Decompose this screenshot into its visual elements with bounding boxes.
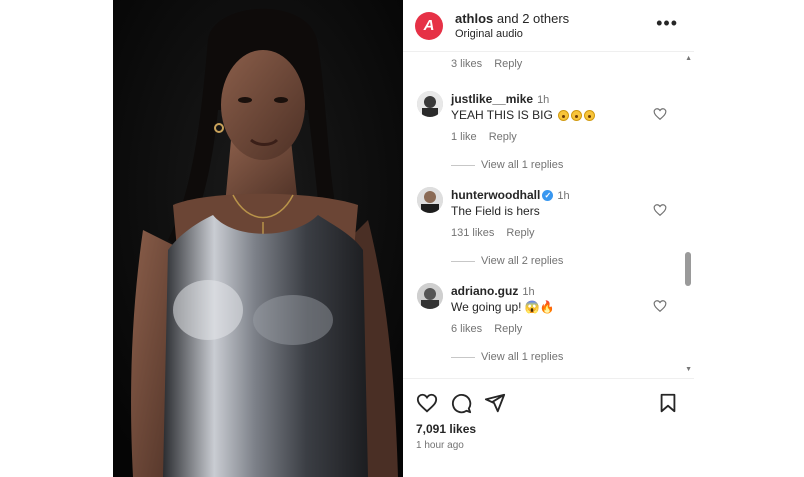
comment-icon[interactable] — [450, 392, 472, 414]
comment-username[interactable]: justlike__mike 1h — [451, 92, 549, 106]
astonished-emoji-icon — [558, 110, 570, 122]
bookmark-icon[interactable] — [657, 392, 679, 414]
comment-text: The Field is hers — [451, 204, 540, 218]
post-photo[interactable] — [113, 0, 403, 477]
comment-meta: 131 likes Reply — [451, 227, 547, 239]
comment-time: 1h — [557, 190, 570, 202]
post-image — [113, 0, 403, 477]
heart-icon[interactable] — [416, 392, 438, 414]
comment-likes[interactable]: 3 likes — [451, 58, 482, 70]
comment-text: We going up! 😱🔥 — [451, 300, 555, 314]
author-username[interactable]: athlos — [455, 11, 493, 26]
avatar[interactable] — [417, 91, 443, 117]
avatar-image — [417, 187, 443, 213]
comment-likes[interactable]: 1 like — [451, 131, 477, 143]
comment-like-heart-icon[interactable] — [653, 107, 667, 121]
coauthors-text[interactable]: and 2 others — [493, 11, 569, 26]
scrollbar-thumb[interactable] — [685, 252, 691, 286]
username-text[interactable]: adriano.guz — [451, 284, 518, 298]
post-likes-count[interactable]: 7,091 likes — [416, 422, 476, 436]
scroll-up-arrow-icon[interactable]: ▲ — [685, 55, 692, 62]
reply-button[interactable]: Reply — [494, 323, 522, 335]
scroll-down-arrow-icon[interactable]: ▼ — [685, 366, 692, 373]
avatar-image — [417, 91, 443, 117]
more-options-icon[interactable]: ••• — [656, 14, 678, 32]
post-actions: 7,091 likes 1 hour ago — [403, 380, 694, 477]
post-authors[interactable]: athlos and 2 others — [455, 11, 569, 26]
astonished-emoji-icon — [584, 110, 596, 122]
username-text[interactable]: hunterwoodhall — [451, 188, 540, 202]
comment-meta: 3 likes Reply — [451, 58, 534, 70]
post-header: A athlos and 2 others Original audio ••• — [403, 0, 694, 52]
comment-text: YEAH THIS IS BIG — [451, 108, 596, 122]
view-replies-button[interactable]: View all 2 replies — [451, 255, 563, 267]
comment-username[interactable]: adriano.guz 1h — [451, 284, 535, 298]
reply-button[interactable]: Reply — [494, 58, 522, 70]
username-text[interactable]: justlike__mike — [451, 92, 533, 106]
post-timestamp: 1 hour ago — [416, 440, 464, 451]
reply-button[interactable]: Reply — [489, 131, 517, 143]
post-detail-panel: A athlos and 2 others Original audio •••… — [403, 0, 694, 477]
comment-meta: 1 like Reply — [451, 131, 529, 143]
audio-label[interactable]: Original audio — [455, 28, 523, 40]
comment-likes[interactable]: 131 likes — [451, 227, 494, 239]
avatar[interactable] — [417, 283, 443, 309]
verified-badge-icon: ✓ — [542, 190, 554, 202]
comment-likes[interactable]: 6 likes — [451, 323, 482, 335]
comment-like-heart-icon[interactable] — [653, 203, 667, 217]
comment-time: 1h — [537, 94, 550, 106]
view-replies-button[interactable]: View all 1 replies — [451, 351, 563, 363]
reply-button[interactable]: Reply — [506, 227, 534, 239]
comment-meta: 6 likes Reply — [451, 323, 534, 335]
comment-emoji: 😱🔥 — [524, 300, 555, 314]
share-icon[interactable] — [484, 392, 506, 414]
avatar[interactable] — [417, 187, 443, 213]
comment-username[interactable]: hunterwoodhall ✓ 1h — [451, 188, 570, 202]
astonished-emoji-icon — [571, 110, 583, 122]
view-replies-button[interactable]: View all 1 replies — [451, 159, 563, 171]
avatar-image — [417, 283, 443, 309]
comments-list[interactable]: 3 likes Reply justlike__mike 1h YEAH THIS … — [403, 52, 694, 379]
comment-body: YEAH THIS IS BIG — [451, 108, 553, 122]
comment-time: 1h — [522, 286, 535, 298]
author-avatar[interactable]: A — [415, 12, 443, 40]
comment-like-heart-icon[interactable] — [653, 299, 667, 313]
comment-body: We going up! — [451, 300, 522, 314]
